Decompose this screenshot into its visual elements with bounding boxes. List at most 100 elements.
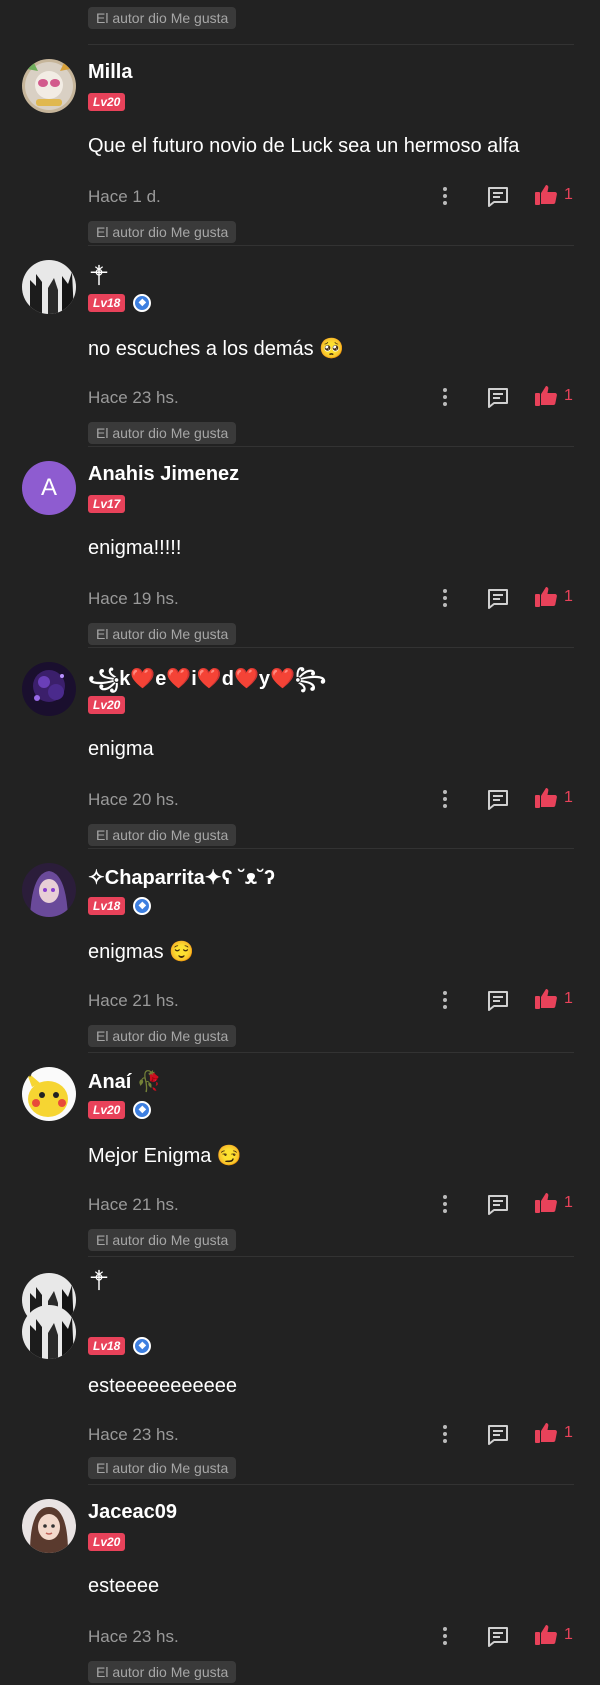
- user-meta: Lv18 ◆: [88, 1337, 152, 1355]
- comment-time: Hace 20 hs.: [88, 790, 179, 809]
- user-meta: Lv17: [88, 495, 126, 513]
- username[interactable]: [88, 1267, 110, 1299]
- comment-item: Lv18 ◆ no escuches a los demás 🥺 Hace 23…: [0, 246, 600, 446]
- comment-text: enigma: [88, 738, 154, 760]
- like-count: 1: [564, 990, 573, 1007]
- avatar[interactable]: [22, 1067, 76, 1121]
- reply-icon[interactable]: [486, 989, 510, 1018]
- comment-time: Hace 23 hs.: [88, 388, 179, 407]
- comment-time: Hace 19 hs.: [88, 589, 179, 608]
- like-button[interactable]: 1: [534, 1623, 573, 1647]
- user-meta: Lv18 ◆: [88, 897, 152, 915]
- author-liked-label: El autor dio Me gusta: [88, 1025, 237, 1047]
- reply-icon[interactable]: [486, 1625, 510, 1654]
- reply-icon[interactable]: [486, 587, 510, 616]
- comment-item: Lv18 ◆ esteeeeeeeeeee Hace 23 hs. 1 El a…: [0, 1257, 600, 1487]
- reply-icon[interactable]: [486, 1193, 510, 1222]
- thumbs-up-icon: [534, 1191, 558, 1215]
- like-button[interactable]: 1: [534, 987, 573, 1011]
- more-options-icon[interactable]: [440, 788, 450, 810]
- author-liked-badge: El autor dio Me gusta: [88, 1661, 237, 1683]
- level-badge: Lv20: [88, 1101, 126, 1119]
- avatar[interactable]: [22, 1499, 76, 1553]
- user-name-symbol: [88, 262, 110, 288]
- like-button[interactable]: 1: [534, 1191, 573, 1215]
- user-meta: Lv20: [88, 93, 126, 111]
- author-liked-badge: El autor dio Me gusta: [88, 1457, 237, 1479]
- author-liked-label: El autor dio Me gusta: [88, 824, 237, 846]
- more-options-icon[interactable]: [440, 1625, 450, 1647]
- more-options-icon[interactable]: [440, 587, 450, 609]
- comment-text: enigma!!!!!: [88, 537, 182, 559]
- level-badge: Lv18: [88, 1337, 126, 1355]
- comment-time: Hace 21 hs.: [88, 1195, 179, 1214]
- level-badge: Lv20: [88, 1533, 126, 1551]
- username[interactable]: ✧Chaparrita✦ʕ ˘ᴥ˘ʔ: [88, 865, 275, 890]
- avatar[interactable]: [22, 260, 76, 314]
- more-options-icon[interactable]: [440, 989, 450, 1011]
- username[interactable]: Milla: [88, 61, 132, 84]
- reply-icon[interactable]: [486, 185, 510, 214]
- user-meta: Lv20: [88, 696, 126, 714]
- author-liked-label: El autor dio Me gusta: [88, 1661, 237, 1683]
- comment-text: no escuches a los demás 🥺: [88, 338, 345, 360]
- like-button[interactable]: 1: [534, 585, 573, 609]
- level-badge: Lv18: [88, 897, 126, 915]
- comment-text: esteeeeeeeeeee: [88, 1375, 238, 1397]
- level-badge: Lv20: [88, 93, 126, 111]
- username[interactable]: [88, 262, 110, 294]
- avatar-image: [22, 1499, 76, 1553]
- more-options-icon[interactable]: [440, 1193, 450, 1215]
- like-count: 1: [564, 1194, 573, 1211]
- avatar[interactable]: [22, 863, 76, 917]
- username[interactable]: Jaceac09: [88, 1501, 177, 1524]
- like-button[interactable]: 1: [534, 183, 573, 207]
- username[interactable]: Anaí 🥀: [88, 1069, 162, 1094]
- author-liked-label: El autor dio Me gusta: [88, 221, 237, 243]
- author-liked-badge: El autor dio Me gusta: [88, 1229, 237, 1251]
- comment-item: Jaceac09 Lv20 esteeee Hace 23 hs. 1 El a…: [0, 1485, 600, 1685]
- comment-time: Hace 21 hs.: [88, 991, 179, 1010]
- more-options-icon[interactable]: [440, 185, 450, 207]
- author-liked-badge: El autor dio Me gusta: [88, 623, 237, 645]
- avatar[interactable]: [22, 662, 76, 716]
- author-liked-badge-top: El autor dio Me gusta: [88, 7, 237, 29]
- like-count: 1: [564, 588, 573, 605]
- like-button[interactable]: 1: [534, 384, 573, 408]
- comment-item: ꧁k❤️e❤️i❤️d❤️y❤️꧂ Lv20 enigma Hace 20 hs…: [0, 648, 600, 848]
- like-count: 1: [564, 789, 573, 806]
- author-liked-badge: El autor dio Me gusta: [88, 824, 237, 846]
- avatar[interactable]: [22, 59, 76, 113]
- more-options-icon[interactable]: [440, 386, 450, 408]
- reply-icon[interactable]: [486, 788, 510, 817]
- level-badge: Lv17: [88, 495, 126, 513]
- author-liked-label: El autor dio Me gusta: [88, 422, 237, 444]
- comment-item: A Anahis Jimenez Lv17 enigma!!!!! Hace 1…: [0, 447, 600, 647]
- comment-text: esteeee: [88, 1575, 160, 1597]
- author-liked-badge: El autor dio Me gusta: [88, 422, 237, 444]
- author-liked-label: El autor dio Me gusta: [88, 623, 237, 645]
- avatar-image: [22, 59, 76, 113]
- verified-icon: ◆: [133, 1337, 152, 1355]
- username[interactable]: Anahis Jimenez: [88, 463, 239, 486]
- thumbs-up-icon: [534, 183, 558, 207]
- like-button[interactable]: 1: [534, 1421, 573, 1445]
- avatar[interactable]: A: [22, 461, 76, 515]
- comment-text: Mejor Enigma 😏: [88, 1145, 242, 1167]
- reply-icon[interactable]: [486, 386, 510, 415]
- avatar[interactable]: [22, 1305, 76, 1359]
- like-count: 1: [564, 387, 573, 404]
- like-count: 1: [564, 186, 573, 203]
- author-liked-badge: El autor dio Me gusta: [88, 1025, 237, 1047]
- comment-time: Hace 23 hs.: [88, 1425, 179, 1444]
- thumbs-up-icon: [534, 786, 558, 810]
- like-count: 1: [564, 1626, 573, 1643]
- like-button[interactable]: 1: [534, 786, 573, 810]
- thumbs-up-icon: [534, 987, 558, 1011]
- author-liked-label: El autor dio Me gusta: [88, 1457, 237, 1479]
- comment-item: ✧Chaparrita✦ʕ ˘ᴥ˘ʔ Lv18 ◆ enigmas 😌 Hace…: [0, 849, 600, 1049]
- user-meta: Lv20 ◆: [88, 1101, 152, 1119]
- more-options-icon[interactable]: [440, 1423, 450, 1445]
- author-liked-label: El autor dio Me gusta: [88, 7, 237, 29]
- reply-icon[interactable]: [486, 1423, 510, 1452]
